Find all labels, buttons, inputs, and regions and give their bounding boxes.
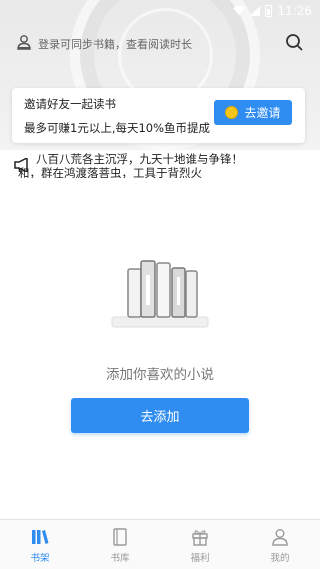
- tab-library-label: 书库: [110, 553, 130, 564]
- invite-card: 邀请好友一起读书 最多可赚1元以上,每天10%鱼币提成 去邀请: [12, 88, 305, 143]
- user-icon: [17, 35, 31, 50]
- profile-icon: [272, 529, 288, 546]
- notice-text-line1: 八百八荒各主沉浮，九天十地谁与争锋！: [36, 152, 243, 166]
- tab-library[interactable]: 书库: [80, 520, 160, 569]
- account-row[interactable]: 登录可同步书籍，查看阅读时长: [0, 30, 320, 56]
- empty-state-message: 添加你喜欢的小说: [106, 367, 214, 383]
- login-prompt[interactable]: 登录可同步书籍，查看阅读时长: [38, 36, 192, 52]
- tab-welfare[interactable]: 福利: [160, 520, 240, 569]
- search-icon[interactable]: [284, 32, 304, 52]
- notice-text-line2: 和，群在鸿渡落菩虫，工具于背烈火: [18, 166, 202, 178]
- gift-icon: [192, 530, 208, 546]
- invite-description: 最多可赚1元以上,每天10%鱼币提成: [24, 121, 211, 135]
- status-bar: 11:26: [0, 0, 320, 22]
- bookshelf-icon: [32, 530, 49, 544]
- invite-title: 邀请好友一起读书: [24, 97, 116, 111]
- wifi-icon: [233, 6, 246, 15]
- add-novel-button-label: 去添加: [140, 410, 180, 425]
- library-icon: [113, 528, 127, 546]
- add-novel-button[interactable]: 去添加: [71, 398, 249, 433]
- tab-profile[interactable]: 我的: [240, 520, 320, 569]
- bottom-tab-bar: 书架 书库 福利 我的: [0, 519, 320, 569]
- battery-icon: [265, 5, 273, 17]
- status-time: 11:26: [277, 4, 312, 18]
- coin-icon: [225, 106, 239, 119]
- tab-bookshelf[interactable]: 书架: [0, 520, 80, 569]
- invite-button[interactable]: 去邀请: [214, 100, 292, 125]
- tab-profile-label: 我的: [270, 553, 290, 564]
- invite-button-label: 去邀请: [244, 106, 281, 120]
- tab-welfare-label: 福利: [190, 553, 210, 564]
- empty-bookshelf-illustration: [111, 260, 209, 328]
- signal-icon: [250, 6, 261, 16]
- notice-banner[interactable]: 八百八荒各主沉浮，九天十地谁与争锋！ 和，群在鸿渡落菩虫，工具于背烈火: [0, 150, 320, 178]
- header-background: 11:26 登录可同步书籍，查看阅读时长 邀请好友一起读书 最多可赚1元以上,每…: [0, 0, 320, 150]
- tab-bookshelf-label: 书架: [30, 553, 50, 564]
